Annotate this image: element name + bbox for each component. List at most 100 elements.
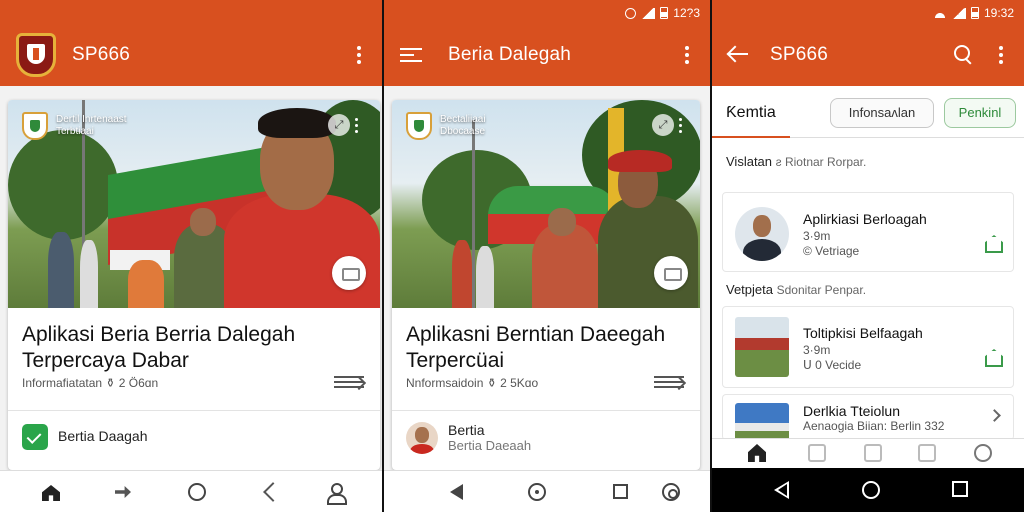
- share-icon[interactable]: [334, 376, 364, 392]
- signal-icon: [641, 7, 656, 19]
- news-headline[interactable]: Aplikasi Beria Berria Dalegah Terpercaya…: [22, 322, 295, 374]
- back-arrow-icon[interactable]: [726, 44, 748, 64]
- item-meta: Aenaogia Biian: Berlin 332: [803, 419, 945, 433]
- system-navigation: [384, 470, 710, 512]
- recents-icon: [613, 484, 628, 499]
- app-title: Beria Dalegah: [448, 44, 572, 65]
- status-time: 12?3: [673, 6, 700, 20]
- item-thumbnail: [735, 403, 789, 443]
- categories-icon[interactable]: [808, 444, 826, 462]
- panel-home-feed: SP666 Dertil Inrtenaast Terbtiaai ⤢ Apli…: [0, 0, 382, 512]
- panel-category-list: 19:32 SP666 Ƙemtia Infonsaʌlan Penkinl V…: [712, 0, 1024, 512]
- featured-news-card[interactable]: Bectaliiaai Dbocaase ⤢ Aplikasni Berntia…: [392, 100, 700, 470]
- app-bar: 12?3 Beria Dalegah: [384, 0, 710, 86]
- status-bar: 12?3: [625, 6, 700, 20]
- alarm-icon: [625, 7, 637, 19]
- app-bar: SP666: [0, 0, 382, 86]
- gallery-button[interactable]: [654, 256, 688, 290]
- overlay-caption: Dertil Inrtenaast Terbtiaai: [56, 114, 127, 137]
- system-navigation: [712, 468, 1024, 512]
- source-logo-icon: [22, 112, 48, 140]
- more-options-icon[interactable]: [684, 46, 690, 64]
- more-options-icon[interactable]: [998, 46, 1004, 64]
- item-title: Toltipkisi Belfaagah: [803, 325, 923, 341]
- author-avatar[interactable]: [406, 422, 438, 454]
- recents-icon[interactable]: [952, 481, 968, 497]
- bookmarks-icon[interactable]: [918, 444, 936, 462]
- news-headline[interactable]: Aplikasni Berntian Daeegah Terpercüai: [406, 322, 665, 374]
- nav-share[interactable]: [262, 481, 284, 503]
- item-meta: 3·9m © Vetriage: [803, 229, 860, 258]
- app-logo-icon: [16, 33, 56, 77]
- home-button[interactable]: [526, 481, 548, 503]
- photo-more-icon[interactable]: [354, 118, 358, 134]
- filter-chip-informasi[interactable]: Infonsaʌlan: [830, 98, 934, 128]
- profile-icon: [326, 483, 347, 505]
- battery-icon: [660, 7, 669, 19]
- divider: [392, 410, 700, 411]
- app-title: SP666: [770, 44, 829, 65]
- target-icon: [662, 483, 680, 501]
- source-logo-icon: [406, 112, 432, 140]
- list-item[interactable]: Derlkia Tteiolun Aenaogia Biian: Berlin …: [722, 394, 1014, 443]
- item-title: Aplirkiasi Berloagah: [803, 211, 927, 227]
- nav-forward[interactable]: [112, 481, 134, 503]
- news-photo: Bectaliiaai Dbocaase ⤢: [392, 100, 700, 308]
- list-item[interactable]: Aplirkiasi Berloagah 3·9m © Vetriage: [722, 192, 1014, 272]
- search-icon[interactable]: [954, 45, 974, 65]
- panel-news-detail: 12?3 Beria Dalegah Bectaliiaai Dbocaase: [384, 0, 710, 512]
- bookmark-icon[interactable]: [985, 235, 1003, 253]
- fullscreen-icon[interactable]: ⤢: [328, 114, 350, 136]
- share-icon: [263, 482, 283, 502]
- battery-icon: [970, 7, 979, 19]
- tab-berita[interactable]: Ƙemtia: [726, 104, 776, 122]
- recents-button[interactable]: [610, 481, 632, 503]
- photo-more-icon[interactable]: [678, 118, 682, 134]
- back-icon[interactable]: [774, 481, 789, 499]
- item-title: Derlkia Tteiolun: [803, 403, 901, 419]
- news-meta: Informafiatatan ⚱ 2 Ö6ɑn: [22, 376, 159, 390]
- source-name[interactable]: Bertia Daagah: [58, 428, 148, 444]
- status-time: 19:32: [983, 6, 1014, 20]
- home-circle-icon: [528, 483, 546, 501]
- verified-source-icon: [22, 424, 48, 450]
- nav-home[interactable]: [40, 481, 62, 503]
- home-icon[interactable]: [748, 444, 766, 462]
- nav-circle[interactable]: [186, 481, 208, 503]
- divider: [8, 410, 380, 411]
- bottom-navigation: [712, 438, 1024, 468]
- circle-icon: [188, 483, 206, 501]
- app-title: SP666: [72, 44, 131, 65]
- menu-icon[interactable]: [400, 48, 422, 62]
- list-item[interactable]: Toltipkisi Belfaagah 3·9m ᑌ 0 Vecide: [722, 306, 1014, 388]
- filter-chip-penting[interactable]: Penkinl: [944, 98, 1016, 128]
- wifi-icon: [932, 8, 947, 18]
- overlay-caption: Bectaliiaai Dbocaase: [440, 114, 486, 137]
- chevron-right-icon[interactable]: [988, 409, 1001, 422]
- assistant-button[interactable]: [660, 481, 682, 503]
- forward-icon: [115, 486, 131, 498]
- news-meta: Nnformsaidoin ⚱ 2 5Kɑo: [406, 376, 539, 390]
- bookmark-icon[interactable]: [985, 349, 1003, 367]
- author-info[interactable]: Bertia Bertia Daeaah: [448, 422, 531, 454]
- trending-icon[interactable]: [864, 444, 882, 462]
- featured-news-card[interactable]: Dertil Inrtenaast Terbtiaai ⤢ Aplikasi B…: [8, 100, 380, 470]
- tab-bar: Ƙemtia Infonsaʌlan Penkinl: [712, 86, 1024, 138]
- back-button[interactable]: [446, 481, 468, 503]
- nav-profile[interactable]: [324, 481, 347, 505]
- gallery-button[interactable]: [332, 256, 366, 290]
- status-bar: 19:32: [932, 6, 1014, 20]
- fullscreen-icon[interactable]: ⤢: [652, 114, 674, 136]
- item-thumbnail: [735, 317, 789, 377]
- more-options-icon[interactable]: [356, 46, 362, 64]
- section-header-1: Vislatan ƨ Riotnar Rorpar.: [726, 154, 867, 169]
- news-photo: Dertil Inrtenaast Terbtiaai ⤢: [8, 100, 380, 308]
- home-circle-icon[interactable]: [862, 481, 880, 499]
- app-bar: 19:32 SP666: [712, 0, 1024, 86]
- tab-indicator: [712, 136, 790, 138]
- bottom-navigation: [0, 470, 382, 512]
- item-thumbnail: [735, 207, 789, 261]
- signal-icon: [951, 7, 966, 19]
- share-icon[interactable]: [654, 376, 684, 392]
- profile-icon[interactable]: [974, 444, 992, 462]
